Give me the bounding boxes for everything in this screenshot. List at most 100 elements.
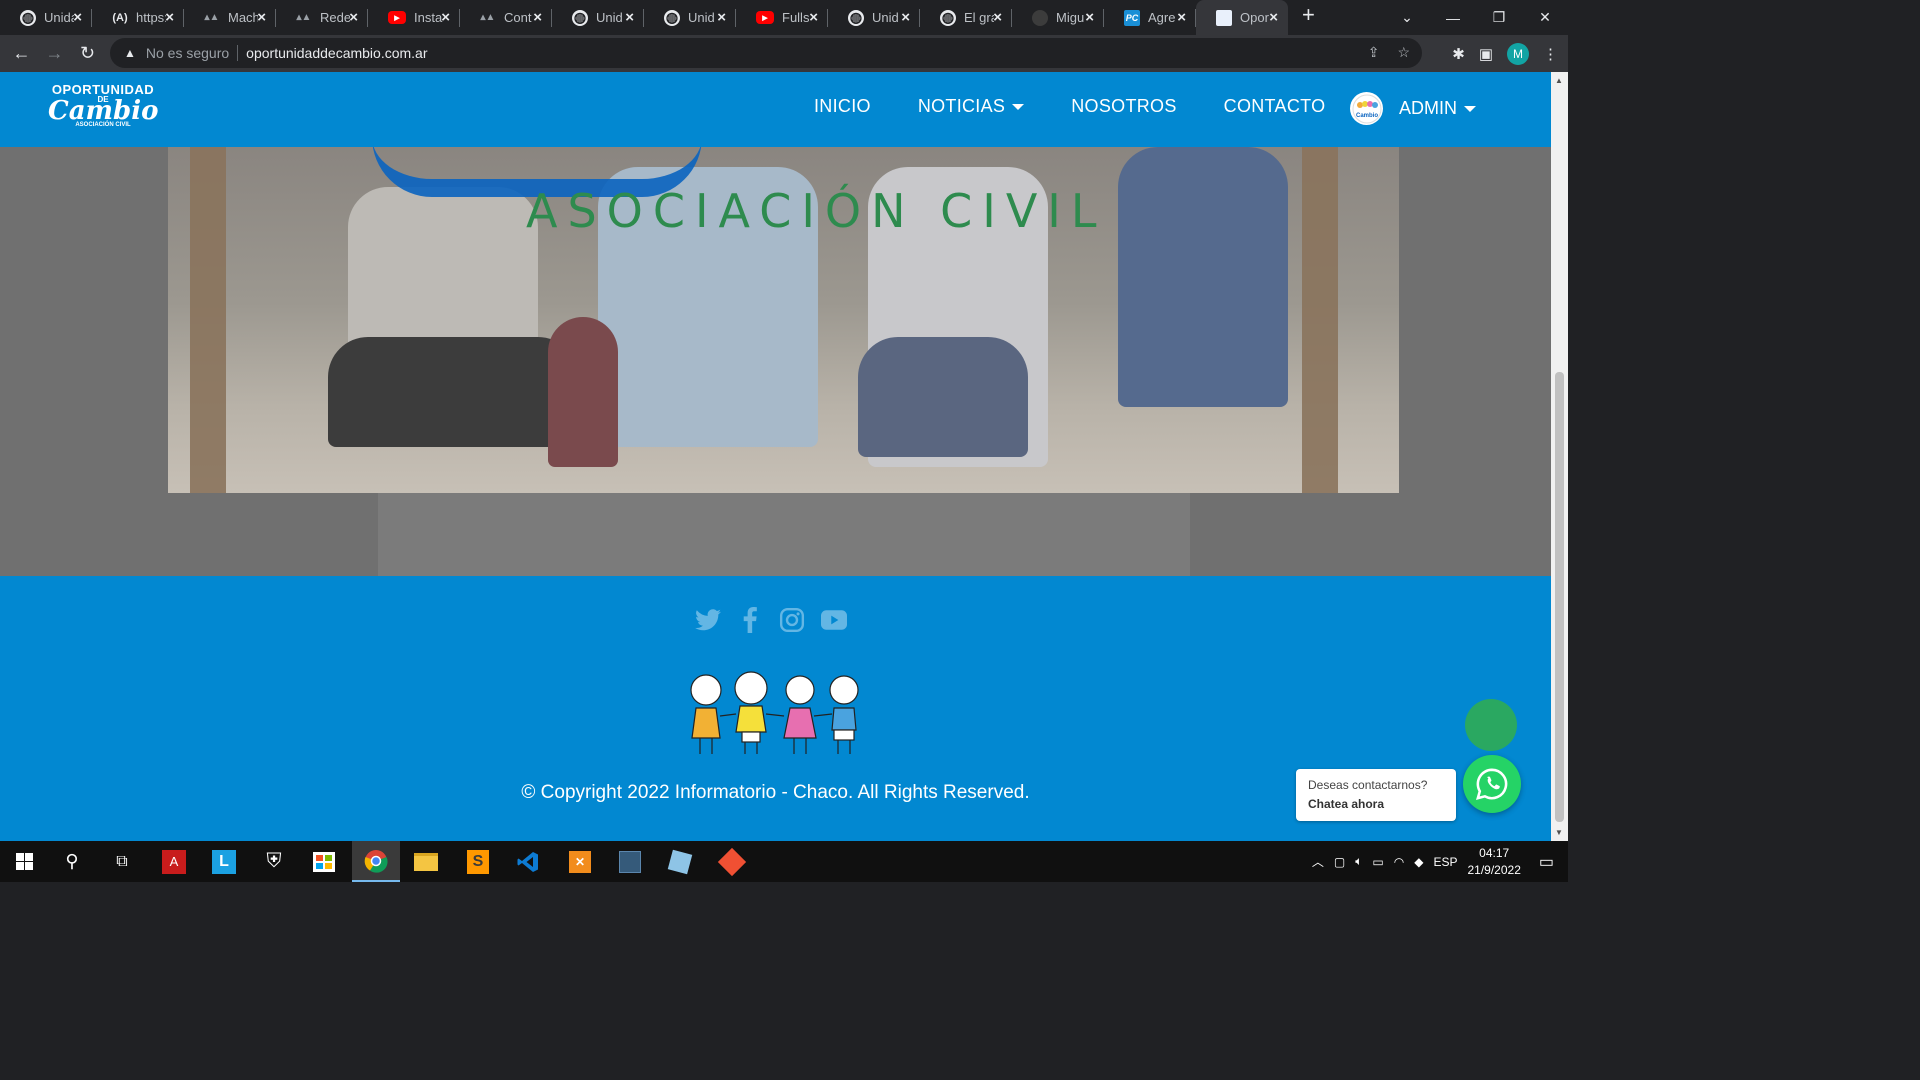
bookmark-star-icon[interactable]: ☆ (1397, 44, 1410, 61)
clock[interactable]: 04:17 21/9/2022 (1467, 845, 1520, 879)
chat-launcher[interactable] (1465, 699, 1517, 751)
security-label[interactable]: No es seguro (146, 45, 229, 61)
task-view-icon[interactable]: ⧉ (98, 841, 146, 882)
warning-icon[interactable]: ▲ (124, 46, 136, 60)
git-kraken-icon[interactable] (708, 841, 756, 882)
close-tab-icon[interactable]: × (1085, 9, 1094, 26)
close-tab-icon[interactable]: × (73, 9, 82, 26)
back-button[interactable]: ← (5, 43, 38, 64)
main-nav: INICIO NOTICIAS NOSOTROS CONTACTO (814, 96, 1372, 117)
browser-tab[interactable]: Opor × (1196, 0, 1288, 35)
close-tab-icon[interactable]: × (625, 9, 634, 26)
chrome-icon[interactable] (352, 841, 400, 882)
browser-tab[interactable]: ▴▲ Mach × (184, 0, 276, 35)
facebook-icon[interactable] (736, 606, 764, 634)
twitter-icon[interactable] (694, 606, 722, 634)
close-tab-icon[interactable]: × (1269, 9, 1278, 26)
notifications-icon[interactable]: ▭ (1539, 852, 1554, 872)
youtube-icon[interactable] (820, 606, 848, 634)
hero-section: ASOCIACIÓN CIVIL (0, 147, 1551, 576)
tab-strip: Unidad×(A)https:×▴▲Mach×▴▲Redes×Insta×▴▲… (0, 0, 1568, 35)
reload-button[interactable]: ↻ (71, 43, 104, 64)
minimize-button[interactable]: — (1430, 10, 1476, 26)
tray-chevron-icon[interactable]: ︿ (1312, 853, 1324, 870)
wifi-icon[interactable]: ◠ (1394, 855, 1404, 869)
new-tab-button[interactable]: + (1302, 2, 1315, 28)
scroll-down-icon[interactable]: ▼ (1555, 828, 1563, 837)
nav-nosotros[interactable]: NOSOTROS (1071, 96, 1176, 117)
nav-inicio[interactable]: INICIO (814, 96, 871, 117)
forward-button[interactable]: → (38, 43, 71, 64)
vscode-icon[interactable] (504, 841, 552, 882)
close-tab-icon[interactable]: × (717, 9, 726, 26)
nav-noticias[interactable]: NOTICIAS (918, 96, 1025, 117)
sublime-text-icon[interactable]: S (454, 841, 502, 882)
meet-now-icon[interactable]: ▢ (1334, 855, 1345, 869)
browser-tab[interactable]: ▴▲ Redes× (276, 0, 368, 35)
whatsapp-button[interactable] (1463, 755, 1521, 813)
address-bar[interactable]: ▲ No es seguro oportunidaddecambio.com.a… (110, 38, 1422, 68)
browser-tab[interactable]: Fulls× (736, 0, 828, 35)
browser-tab[interactable]: Migu × (1012, 0, 1104, 35)
kids-illustration (690, 671, 859, 754)
whatsapp-icon (1475, 768, 1508, 800)
xampp-icon[interactable]: ✕ (556, 841, 604, 882)
battery-icon[interactable]: ▭ (1372, 855, 1383, 869)
nav-contacto[interactable]: CONTACTO (1224, 96, 1326, 117)
page-scrollbar[interactable]: ▲ ▼ (1551, 72, 1568, 841)
mysql-workbench-icon[interactable] (606, 841, 654, 882)
volume-icon[interactable]: 🔈︎ (1355, 854, 1362, 869)
browser-tab[interactable]: El gra× (920, 0, 1012, 35)
globe-icon (572, 9, 588, 26)
l-app-icon[interactable]: L (200, 841, 248, 882)
close-tab-icon[interactable]: × (901, 9, 910, 26)
admin-menu[interactable]: Cambio ADMIN (1350, 92, 1476, 125)
browser-tab[interactable]: PC Agre × (1104, 0, 1196, 35)
globe-icon (940, 9, 956, 26)
side-panel-icon[interactable]: ▣ (1479, 45, 1493, 63)
browser-tab[interactable]: (A) https: × (92, 0, 184, 35)
tab-search-icon[interactable]: ⌄ (1384, 9, 1430, 26)
close-tab-icon[interactable]: × (533, 9, 542, 26)
ba-icon: ▴▲ (296, 12, 312, 23)
chat-prompt[interactable]: Deseas contactarnos? Chatea ahora (1296, 769, 1456, 821)
dropbox-icon[interactable]: ◆ (1414, 855, 1423, 869)
more-menu-icon[interactable]: ⋮ (1543, 45, 1558, 63)
close-tab-icon[interactable]: × (809, 9, 818, 26)
close-tab-icon[interactable]: × (441, 9, 450, 26)
close-window-button[interactable]: ✕ (1522, 9, 1568, 26)
security-shield-icon[interactable]: ⛨ (250, 841, 298, 882)
browser-tab[interactable]: Unid× (644, 0, 736, 35)
browser-tab[interactable]: ▴▲ Cont × (460, 0, 552, 35)
language-indicator[interactable]: ESP (1433, 855, 1457, 869)
profile-avatar[interactable]: M (1507, 43, 1529, 65)
start-button[interactable] (0, 841, 48, 882)
close-tab-icon[interactable]: × (257, 9, 266, 26)
scroll-up-icon[interactable]: ▲ (1555, 76, 1563, 85)
browser-tab[interactable]: Unid× (828, 0, 920, 35)
tab-label: Unid (688, 10, 715, 25)
browser-tab[interactable]: Unid× (552, 0, 644, 35)
close-tab-icon[interactable]: × (165, 9, 174, 26)
restore-button[interactable]: ❐ (1476, 9, 1522, 26)
browser-tab[interactable]: Insta× (368, 0, 460, 35)
search-icon[interactable]: ⚲ (48, 841, 96, 882)
close-tab-icon[interactable]: × (993, 9, 1002, 26)
extensions-icon[interactable]: ✱ (1452, 45, 1465, 63)
gh-icon (1032, 9, 1048, 26)
virtualbox-icon[interactable] (656, 841, 704, 882)
photo-person (328, 337, 578, 447)
scrollbar-thumb[interactable] (1555, 372, 1564, 822)
close-tab-icon[interactable]: × (1177, 9, 1186, 26)
instagram-icon[interactable] (778, 606, 806, 634)
file-explorer-icon[interactable] (402, 841, 450, 882)
photo-person (858, 337, 1028, 457)
share-icon[interactable]: ⇪ (1368, 44, 1380, 61)
acrobat-icon[interactable]: A (150, 841, 198, 882)
site-logo[interactable]: OPORTUNIDAD DE Cambio ASOCIACIÓN CIVIL (48, 82, 158, 138)
store-icon[interactable] (300, 841, 348, 882)
close-tab-icon[interactable]: × (349, 9, 358, 26)
browser-tab[interactable]: Unidad× (0, 0, 92, 35)
url-text[interactable]: oportunidaddecambio.com.ar (246, 45, 427, 61)
photo-person (548, 317, 618, 467)
